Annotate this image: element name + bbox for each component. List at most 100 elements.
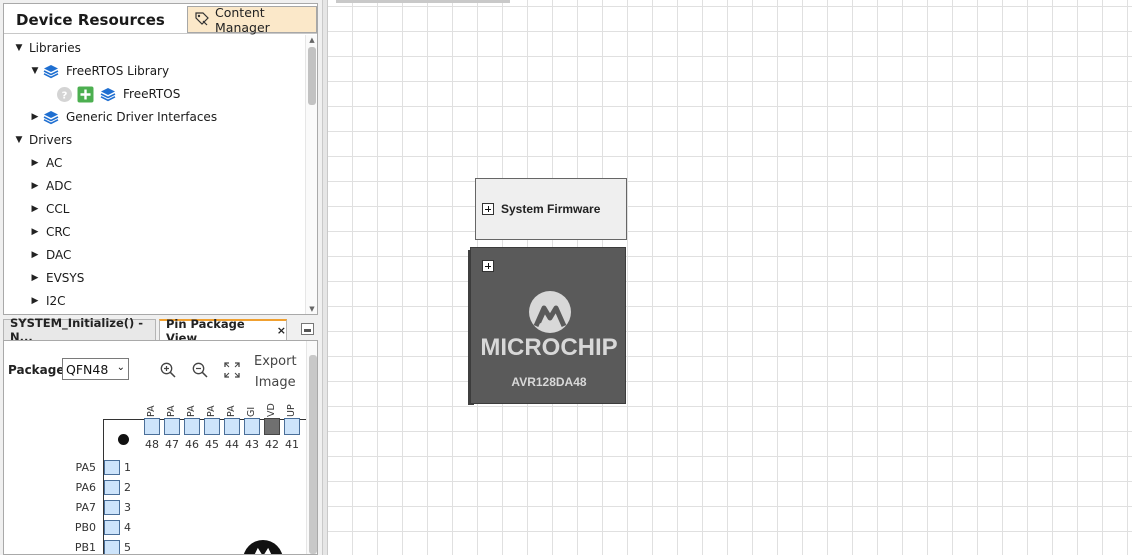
pin-label: VD — [266, 403, 277, 417]
chip-model: AVR128DA48 — [511, 375, 587, 389]
pin-42[interactable] — [264, 418, 280, 435]
tree-item-label: EVSYS — [46, 271, 85, 285]
pin-one-marker — [118, 434, 129, 445]
package-label: Package: — [8, 363, 70, 377]
tree-item-freertos[interactable]: ? FreeRTOS — [56, 84, 180, 104]
pin-2[interactable] — [104, 480, 120, 495]
pin-label: GI — [246, 406, 257, 417]
microchip-logo-icon — [238, 535, 288, 554]
pin-label: PB0 — [74, 521, 96, 534]
content-manager-button[interactable]: Content Manager — [187, 5, 317, 35]
pin-label: PB1 — [74, 541, 96, 554]
pin-41[interactable] — [284, 418, 300, 435]
minimize-icon[interactable] — [301, 323, 314, 335]
pin-number: 42 — [265, 438, 279, 451]
tree-item-adc[interactable]: ▶ ADC — [28, 176, 72, 196]
chip-brand: MICROCHIP — [480, 334, 618, 361]
tab-pin-package-view[interactable]: Pin Package View × — [159, 317, 287, 345]
tree-item-freertos-library[interactable]: ▼ FreeRTOS Library — [28, 61, 169, 81]
export-label: Export — [254, 354, 297, 369]
collapse-arrow-icon[interactable]: ▶ — [28, 158, 42, 168]
pin-package-panel: Package: QFN48 ⌄ Export Image PA 48 PA 4… — [3, 340, 318, 555]
collapse-arrow-icon[interactable]: ▶ — [28, 181, 42, 191]
expand-plus-icon[interactable] — [482, 203, 494, 215]
pin-48[interactable] — [144, 418, 160, 435]
scroll-thumb[interactable] — [308, 47, 316, 105]
pin-number: 48 — [145, 438, 159, 451]
tree-scrollbar[interactable]: ▲ ▼ — [305, 35, 317, 314]
image-label: Image — [254, 375, 296, 390]
fit-to-screen-icon[interactable] — [223, 361, 241, 379]
collapse-arrow-icon[interactable]: ▶ — [28, 250, 42, 260]
pin-label: PA6 — [75, 481, 96, 494]
tree-item-evsys[interactable]: ▶ EVSYS — [28, 268, 85, 288]
package-select[interactable]: QFN48 ⌄ — [62, 358, 129, 380]
pin-number: 3 — [124, 501, 131, 514]
expand-arrow-icon[interactable]: ▼ — [12, 43, 26, 53]
tree-item-i2c[interactable]: ▶ I2C — [28, 291, 66, 311]
pin-label: PA7 — [75, 501, 96, 514]
package-select-value: QFN48 — [66, 361, 109, 377]
tree-item-label: I2C — [46, 294, 66, 308]
pin-number: 43 — [245, 438, 259, 451]
pin-number: 47 — [165, 438, 179, 451]
pin-4[interactable] — [104, 520, 120, 535]
export-image-button[interactable]: Export Image — [254, 351, 297, 393]
bottom-tab-bar: SYSTEM_Initialize() - N... Pin Package V… — [3, 316, 318, 345]
zoom-out-icon[interactable] — [191, 361, 209, 379]
pin-44[interactable] — [224, 418, 240, 435]
tree-item-generic-driver-interfaces[interactable]: ▶ Generic Driver Interfaces — [28, 107, 217, 127]
collapse-arrow-icon[interactable]: ▶ — [28, 296, 42, 306]
info-icon[interactable]: ? — [56, 86, 73, 103]
pin-number: 44 — [225, 438, 239, 451]
microchip-logo-icon — [528, 290, 572, 338]
tree-item-label: AC — [46, 156, 63, 170]
system-firmware-block[interactable]: System Firmware — [475, 178, 627, 240]
zoom-in-icon[interactable] — [159, 361, 177, 379]
pin-3[interactable] — [104, 500, 120, 515]
pin-number: 41 — [285, 438, 299, 451]
chevron-down-icon: ⌄ — [116, 362, 125, 373]
scroll-up-icon[interactable]: ▲ — [306, 35, 318, 45]
tree-item-libraries[interactable]: ▼ Libraries — [12, 38, 81, 58]
collapse-arrow-icon[interactable]: ▶ — [28, 227, 42, 237]
add-component-icon[interactable] — [77, 86, 94, 103]
collapse-arrow-icon[interactable]: ▶ — [28, 273, 42, 283]
builder-canvas[interactable]: System Firmware MICROCHIP AVR128DA48 — [328, 0, 1132, 555]
tree-item-drivers[interactable]: ▼ Drivers — [12, 130, 73, 150]
device-resources-panel: Device Resources Content Manager ▼ Libra… — [3, 3, 318, 315]
pin-number: 4 — [124, 521, 131, 534]
tree-item-crc[interactable]: ▶ CRC — [28, 222, 71, 242]
collapse-arrow-icon[interactable]: ▶ — [28, 112, 42, 122]
scroll-down-icon[interactable]: ▼ — [306, 304, 318, 314]
expand-arrow-icon[interactable]: ▼ — [28, 66, 42, 76]
pin-45[interactable] — [204, 418, 220, 435]
pin-1[interactable] — [104, 460, 120, 475]
pin-label: PA — [226, 405, 237, 417]
device-chip-block[interactable]: MICROCHIP AVR128DA48 — [470, 247, 626, 404]
pin-view-scrollbar[interactable] — [306, 341, 317, 554]
left-column: Device Resources Content Manager ▼ Libra… — [0, 0, 322, 555]
tree-item-ccl[interactable]: ▶ CCL — [28, 199, 70, 219]
canvas-top-bar — [336, 0, 510, 3]
pin-47[interactable] — [164, 418, 180, 435]
expand-arrow-icon[interactable]: ▼ — [12, 135, 26, 145]
tab-system-initialize[interactable]: SYSTEM_Initialize() - N... — [3, 316, 156, 344]
tree-item-label: FreeRTOS Library — [66, 64, 170, 78]
pin-5[interactable] — [104, 540, 120, 554]
tree-item-label: Drivers — [29, 133, 73, 147]
tree-item-ac[interactable]: ▶ AC — [28, 153, 63, 173]
library-stack-icon — [42, 63, 60, 79]
device-resources-header: Device Resources Content Manager — [4, 4, 317, 35]
pin-label: PA — [146, 405, 157, 417]
system-firmware-label: System Firmware — [501, 202, 601, 216]
close-icon[interactable]: × — [277, 324, 286, 337]
tree-item-dac[interactable]: ▶ DAC — [28, 245, 72, 265]
pin-label: PA5 — [75, 461, 96, 474]
expand-plus-icon[interactable] — [482, 260, 494, 272]
content-manager-icon — [194, 11, 210, 29]
pin-46[interactable] — [184, 418, 200, 435]
pin-43[interactable] — [244, 418, 260, 435]
collapse-arrow-icon[interactable]: ▶ — [28, 204, 42, 214]
scroll-thumb[interactable] — [309, 355, 317, 554]
